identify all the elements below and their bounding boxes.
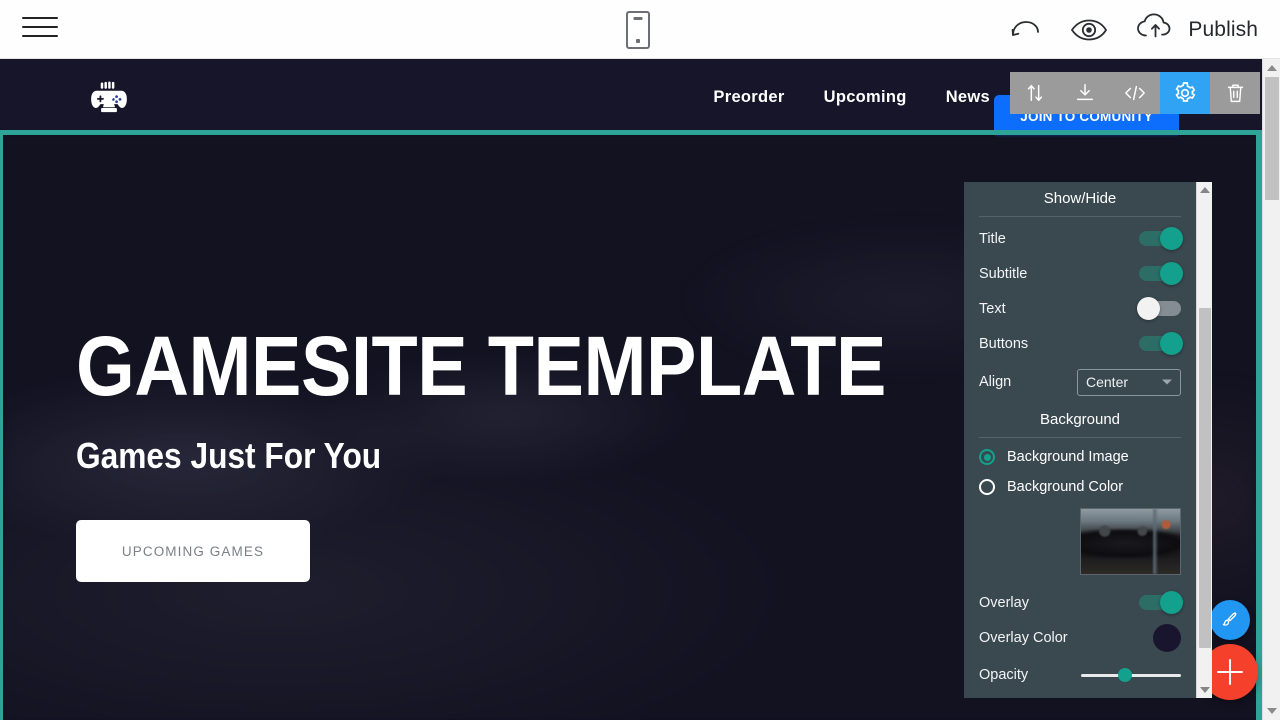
- editor-topbar-actions: Publish: [1007, 0, 1258, 59]
- toggle-knob: [1160, 332, 1183, 355]
- undo-arrow-icon[interactable]: [1007, 16, 1043, 44]
- download-icon[interactable]: [1060, 72, 1110, 114]
- setting-row-text: Text: [979, 291, 1181, 326]
- scrollbar-thumb[interactable]: [1199, 308, 1211, 648]
- editor-topbar: Publish: [0, 0, 1280, 59]
- site-nav-links: Preorder Upcoming News: [713, 59, 990, 135]
- setting-row-opacity: Opacity: [979, 655, 1181, 695]
- chevron-down-icon: [1162, 379, 1172, 385]
- toggle-knob: [1160, 227, 1183, 250]
- plus-icon: [1228, 659, 1232, 685]
- setting-row-overlay: Overlay: [979, 585, 1183, 620]
- background-image-thumbnail[interactable]: [1080, 508, 1181, 575]
- radio-row-background-image[interactable]: Background Image: [979, 442, 1181, 472]
- hero-content: GAMESITE TEMPLATE Games Just For You UPC…: [76, 319, 976, 583]
- setting-label-title: Title: [979, 230, 1006, 247]
- code-icon[interactable]: [1110, 72, 1160, 114]
- hamburger-line: [22, 35, 58, 37]
- setting-label-opacity: Opacity: [979, 667, 1029, 683]
- overlay-color-swatch[interactable]: [1153, 623, 1181, 652]
- hero-subtitle: Games Just For You: [76, 435, 382, 477]
- setting-label-overlay-color: Overlay Color: [979, 629, 1068, 646]
- hamburger-menu-icon[interactable]: [22, 14, 58, 44]
- cloud-upload-icon: [1135, 12, 1177, 47]
- gamepad-pawn-logo[interactable]: [78, 68, 140, 130]
- toggle-knob: [1160, 262, 1183, 285]
- radio-background-color[interactable]: [979, 479, 995, 495]
- align-select-value: Center: [1086, 374, 1129, 390]
- move-updown-icon[interactable]: [1010, 72, 1060, 114]
- align-select[interactable]: Center: [1077, 368, 1181, 396]
- scroll-down-arrow-icon[interactable]: [1266, 708, 1277, 714]
- show-hide-heading: Show/Hide: [979, 182, 1181, 217]
- settings-panel-scrollbar[interactable]: [1196, 182, 1212, 698]
- setting-row-align: Align Center: [979, 361, 1181, 403]
- toggle-knob: [1137, 297, 1160, 320]
- setting-row-overlay-color: Overlay Color: [979, 620, 1181, 655]
- scrollbar-thumb[interactable]: [1265, 77, 1279, 200]
- toggle-knob: [1160, 591, 1183, 614]
- trash-icon[interactable]: [1210, 72, 1260, 114]
- toggle-title[interactable]: [1139, 227, 1183, 250]
- element-toolbar: [1010, 72, 1260, 114]
- publish-label: Publish: [1188, 17, 1258, 41]
- setting-label-text: Text: [979, 300, 1006, 317]
- radio-row-background-color[interactable]: Background Color: [979, 472, 1181, 502]
- upcoming-games-button[interactable]: UPCOMING GAMES: [76, 520, 310, 583]
- setting-label-align: Align: [979, 374, 1012, 390]
- radio-background-image[interactable]: [979, 449, 995, 465]
- hamburger-line: [22, 26, 58, 28]
- scroll-up-arrow-icon[interactable]: [1266, 65, 1277, 71]
- publish-button[interactable]: Publish: [1135, 12, 1258, 47]
- section-settings-panel: Show/Hide Title Subtitle Text Buttons Al…: [964, 182, 1196, 698]
- background-heading: Background: [979, 403, 1181, 438]
- scroll-up-arrow-icon[interactable]: [1199, 187, 1210, 193]
- opacity-slider[interactable]: [1081, 665, 1181, 685]
- scroll-down-arrow-icon[interactable]: [1199, 687, 1210, 693]
- page-scrollbar[interactable]: [1262, 59, 1280, 720]
- toggle-text[interactable]: [1137, 297, 1181, 320]
- background-thumbnail-wrap: [979, 502, 1181, 585]
- setting-label-subtitle: Subtitle: [979, 265, 1028, 282]
- eye-preview-icon[interactable]: [1069, 16, 1109, 44]
- setting-label-overlay: Overlay: [979, 594, 1029, 611]
- toggle-subtitle[interactable]: [1139, 262, 1183, 285]
- brush-fab[interactable]: [1210, 600, 1250, 640]
- hero-title: GAMESITE TEMPLATE: [76, 319, 886, 413]
- setting-label-buttons: Buttons: [979, 335, 1029, 352]
- setting-row-buttons: Buttons: [979, 326, 1183, 361]
- hamburger-line: [22, 17, 58, 19]
- toggle-overlay[interactable]: [1139, 591, 1183, 614]
- nav-link-news[interactable]: News: [946, 88, 990, 107]
- gear-icon[interactable]: [1160, 72, 1210, 114]
- opacity-slider-thumb[interactable]: [1118, 668, 1132, 682]
- nav-link-preorder[interactable]: Preorder: [713, 88, 784, 107]
- nav-link-upcoming[interactable]: Upcoming: [824, 88, 907, 107]
- radio-label-background-image: Background Image: [1007, 449, 1129, 465]
- setting-row-title: Title: [979, 221, 1183, 256]
- setting-row-subtitle: Subtitle: [979, 256, 1183, 291]
- mobile-device-icon[interactable]: [626, 11, 650, 49]
- toggle-buttons[interactable]: [1139, 332, 1183, 355]
- radio-label-background-color: Background Color: [1007, 479, 1124, 495]
